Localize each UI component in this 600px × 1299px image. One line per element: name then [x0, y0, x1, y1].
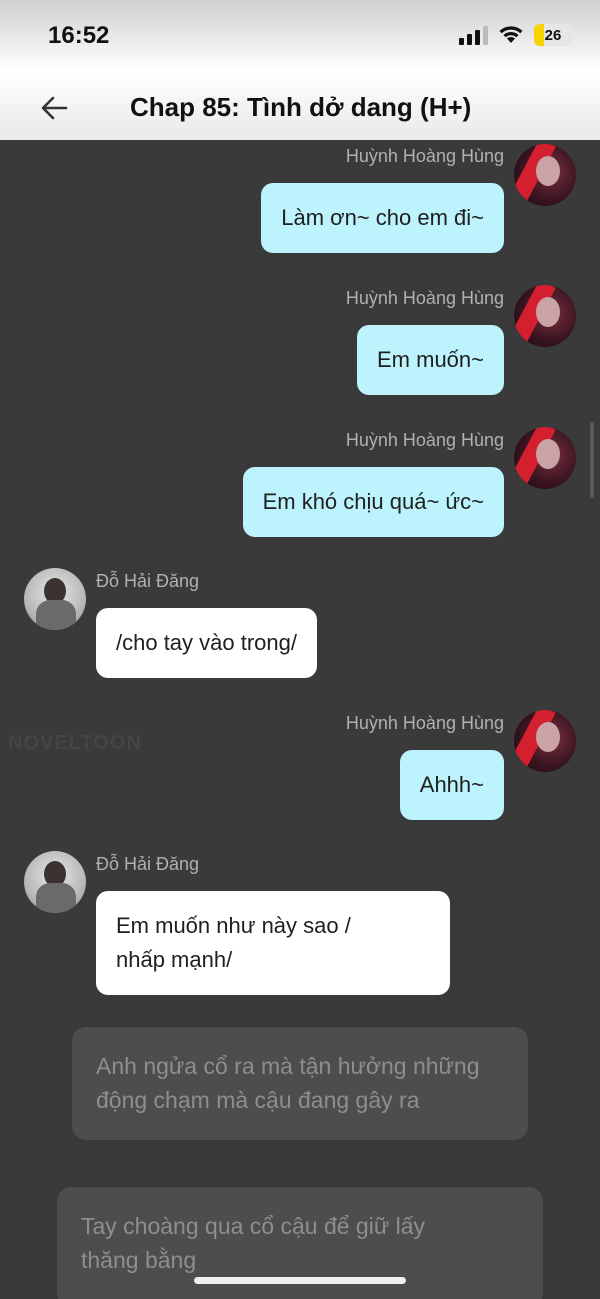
back-arrow-icon[interactable] — [36, 88, 76, 128]
avatar[interactable] — [514, 427, 576, 489]
chat-bubble: /cho tay vào trong/ — [96, 608, 317, 678]
narration-line: động chạm mà cậu đang gây ra — [96, 1087, 420, 1113]
home-indicator[interactable] — [194, 1277, 406, 1284]
sender-name: Đỗ Hải Đăng — [96, 854, 200, 874]
narration-line: Tay choàng qua cổ cậu để giữ lấy — [81, 1213, 426, 1239]
sender-name: Huỳnh Hoàng Hùng — [345, 430, 504, 450]
narration-box: Anh ngửa cổ ra mà tận hưởng những động c… — [72, 1027, 528, 1140]
battery-icon: 26 — [534, 24, 572, 46]
cellular-signal-icon — [459, 25, 488, 45]
sender-name: Huỳnh Hoàng Hùng — [345, 288, 504, 308]
chat-bubble: Ahhh~ — [399, 750, 504, 820]
chat-bubble: Em muốn~ — [357, 325, 504, 395]
chat-bubble: Em khó chịu quá~ ức~ — [242, 467, 504, 537]
chat-bubble: Em muốn như này sao / nhấp mạnh/ — [96, 891, 450, 995]
avatar[interactable] — [514, 144, 576, 206]
sender-name: Huỳnh Hoàng Hùng — [345, 146, 504, 166]
narration-line: thăng bằng — [81, 1247, 197, 1273]
avatar[interactable] — [514, 710, 576, 772]
sender-name: Huỳnh Hoàng Hùng — [345, 713, 504, 733]
chat-area[interactable]: Huỳnh Hoàng Hùng Làm ơn~ cho em đi~ Huỳn… — [0, 140, 600, 1299]
bubble-line: Em muốn như này sao / — [116, 913, 351, 938]
narration-line: Anh ngửa cổ ra mà tận hưởng những — [96, 1053, 480, 1079]
top-bar: 16:52 26 Chap 85: Tình dở dang (H+) — [0, 0, 600, 140]
avatar[interactable] — [24, 851, 86, 913]
sender-name: Đỗ Hải Đăng — [96, 571, 200, 591]
chapter-title: Chap 85: Tình dở dang (H+) — [130, 92, 472, 122]
wifi-icon — [499, 26, 523, 43]
watermark: NOVELTOON — [8, 732, 142, 754]
avatar[interactable] — [24, 568, 86, 630]
status-time: 16:52 — [48, 22, 110, 49]
status-icons: 26 — [459, 24, 572, 46]
chat-bubble: Làm ơn~ cho em đi~ — [261, 183, 504, 253]
bubble-line: nhấp mạnh/ — [116, 947, 233, 972]
battery-level: 26 — [544, 26, 562, 44]
avatar[interactable] — [514, 285, 576, 347]
